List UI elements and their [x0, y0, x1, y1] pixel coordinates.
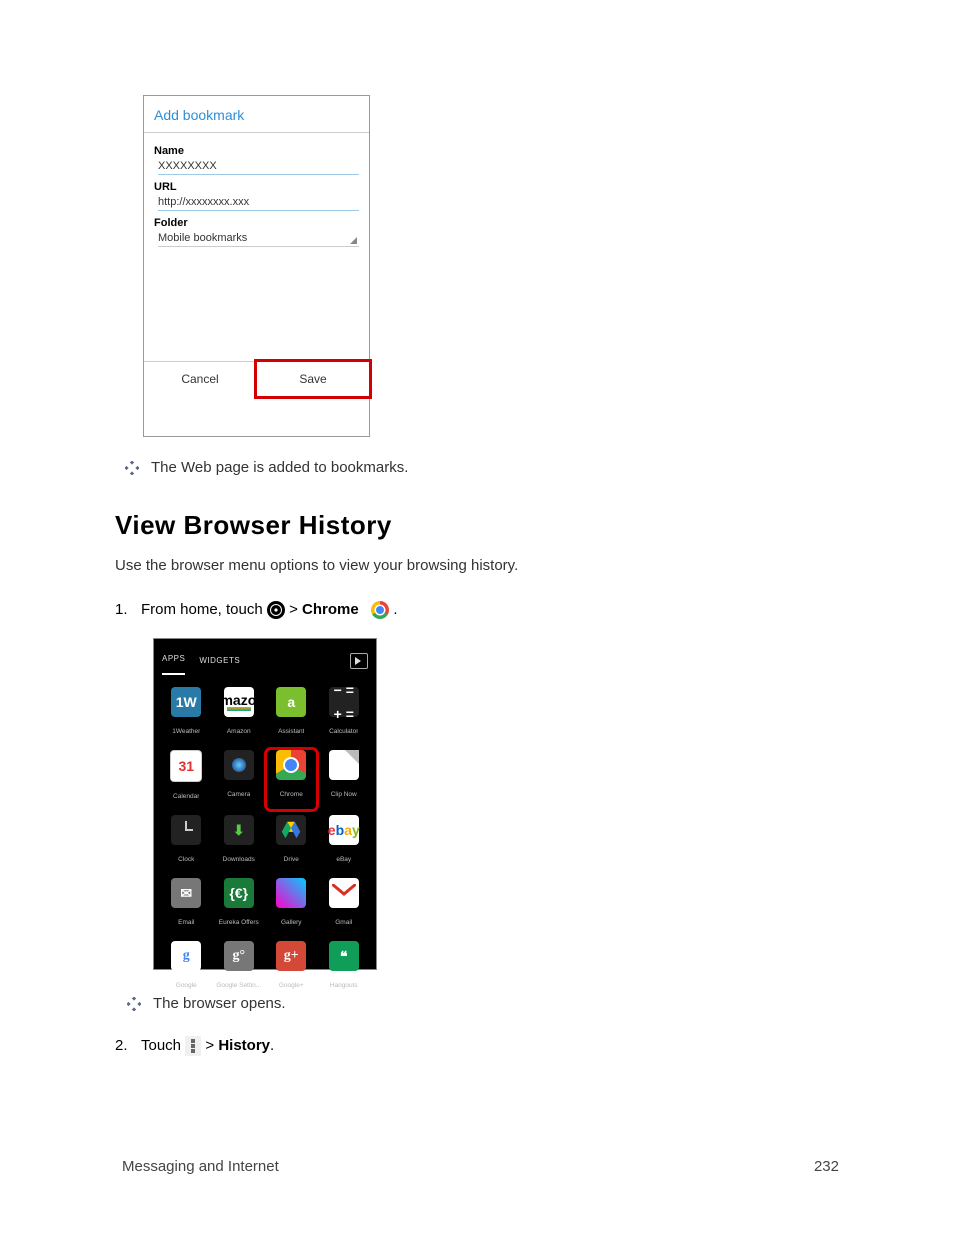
name-field[interactable]: XXXXXXXX [158, 160, 359, 175]
app-eureka[interactable]: {€}Eureka Offers [215, 878, 264, 935]
app-google-plus[interactable]: g+Google+ [267, 941, 316, 998]
app-assistant[interactable]: aAssistant [267, 687, 316, 744]
app-hangouts[interactable]: ❝Hangouts [320, 941, 369, 998]
step-1: From home, touch > Chrome . APPS WIDGETS… [115, 598, 839, 1016]
footer-section: Messaging and Internet [122, 1158, 279, 1175]
result-note: The Web page is added to bookmarks. [125, 459, 839, 476]
app-gallery[interactable]: Gallery [267, 878, 316, 935]
app-downloads[interactable]: ⬇Downloads [215, 815, 264, 872]
result-note-2: The browser opens. [127, 992, 839, 1016]
tab-apps[interactable]: APPS [162, 647, 185, 675]
app-clock[interactable]: Clock [162, 815, 211, 872]
app-ebay[interactable]: ebayeBay [320, 815, 369, 872]
url-field[interactable]: http://xxxxxxxx.xxx [158, 196, 359, 211]
save-button[interactable]: Save [254, 359, 372, 399]
page-footer: Messaging and Internet 232 [122, 1158, 839, 1175]
diamond-bullet-icon [125, 461, 139, 475]
cancel-button[interactable]: Cancel [144, 362, 257, 396]
folder-label: Folder [154, 217, 359, 229]
chrome-icon [371, 601, 389, 619]
app-calculator[interactable]: − =+ =Calculator [320, 687, 369, 744]
apps-drawer-panel: APPS WIDGETS 1W1Weather amazonAmazon aAs… [153, 638, 377, 970]
app-calendar[interactable]: 31Calendar [162, 750, 211, 809]
add-bookmark-panel: Add bookmark Name XXXXXXXX URL http://xx… [143, 95, 370, 437]
url-label: URL [154, 181, 359, 193]
app-gmail[interactable]: Gmail [320, 878, 369, 935]
bookmark-title: Add bookmark [144, 96, 369, 133]
app-google[interactable]: gGoogle [162, 941, 211, 998]
app-email[interactable]: ✉Email [162, 878, 211, 935]
app-drive[interactable]: Drive [267, 815, 316, 872]
diamond-bullet-icon [127, 997, 141, 1011]
footer-page-number: 232 [814, 1158, 839, 1175]
folder-select[interactable]: Mobile bookmarks [158, 232, 359, 247]
app-camera[interactable]: Camera [215, 750, 264, 809]
intro-text: Use the browser menu options to view you… [115, 555, 839, 576]
app-1weather[interactable]: 1W1Weather [162, 687, 211, 744]
app-chrome[interactable]: Chrome [267, 750, 316, 809]
app-clipnow[interactable]: Clip Now [320, 750, 369, 809]
apps-grid-icon [267, 601, 285, 619]
shop-icon[interactable] [350, 653, 368, 669]
step-2: Touch > History. [115, 1034, 839, 1058]
app-google-settings[interactable]: g°Google Settin... [215, 941, 264, 998]
overflow-menu-icon [185, 1036, 201, 1056]
tab-widgets[interactable]: WIDGETS [199, 649, 240, 673]
name-label: Name [154, 145, 359, 157]
dropdown-corner-icon [350, 237, 357, 244]
app-amazon[interactable]: amazonAmazon [215, 687, 264, 744]
section-heading: View Browser History [115, 510, 839, 541]
